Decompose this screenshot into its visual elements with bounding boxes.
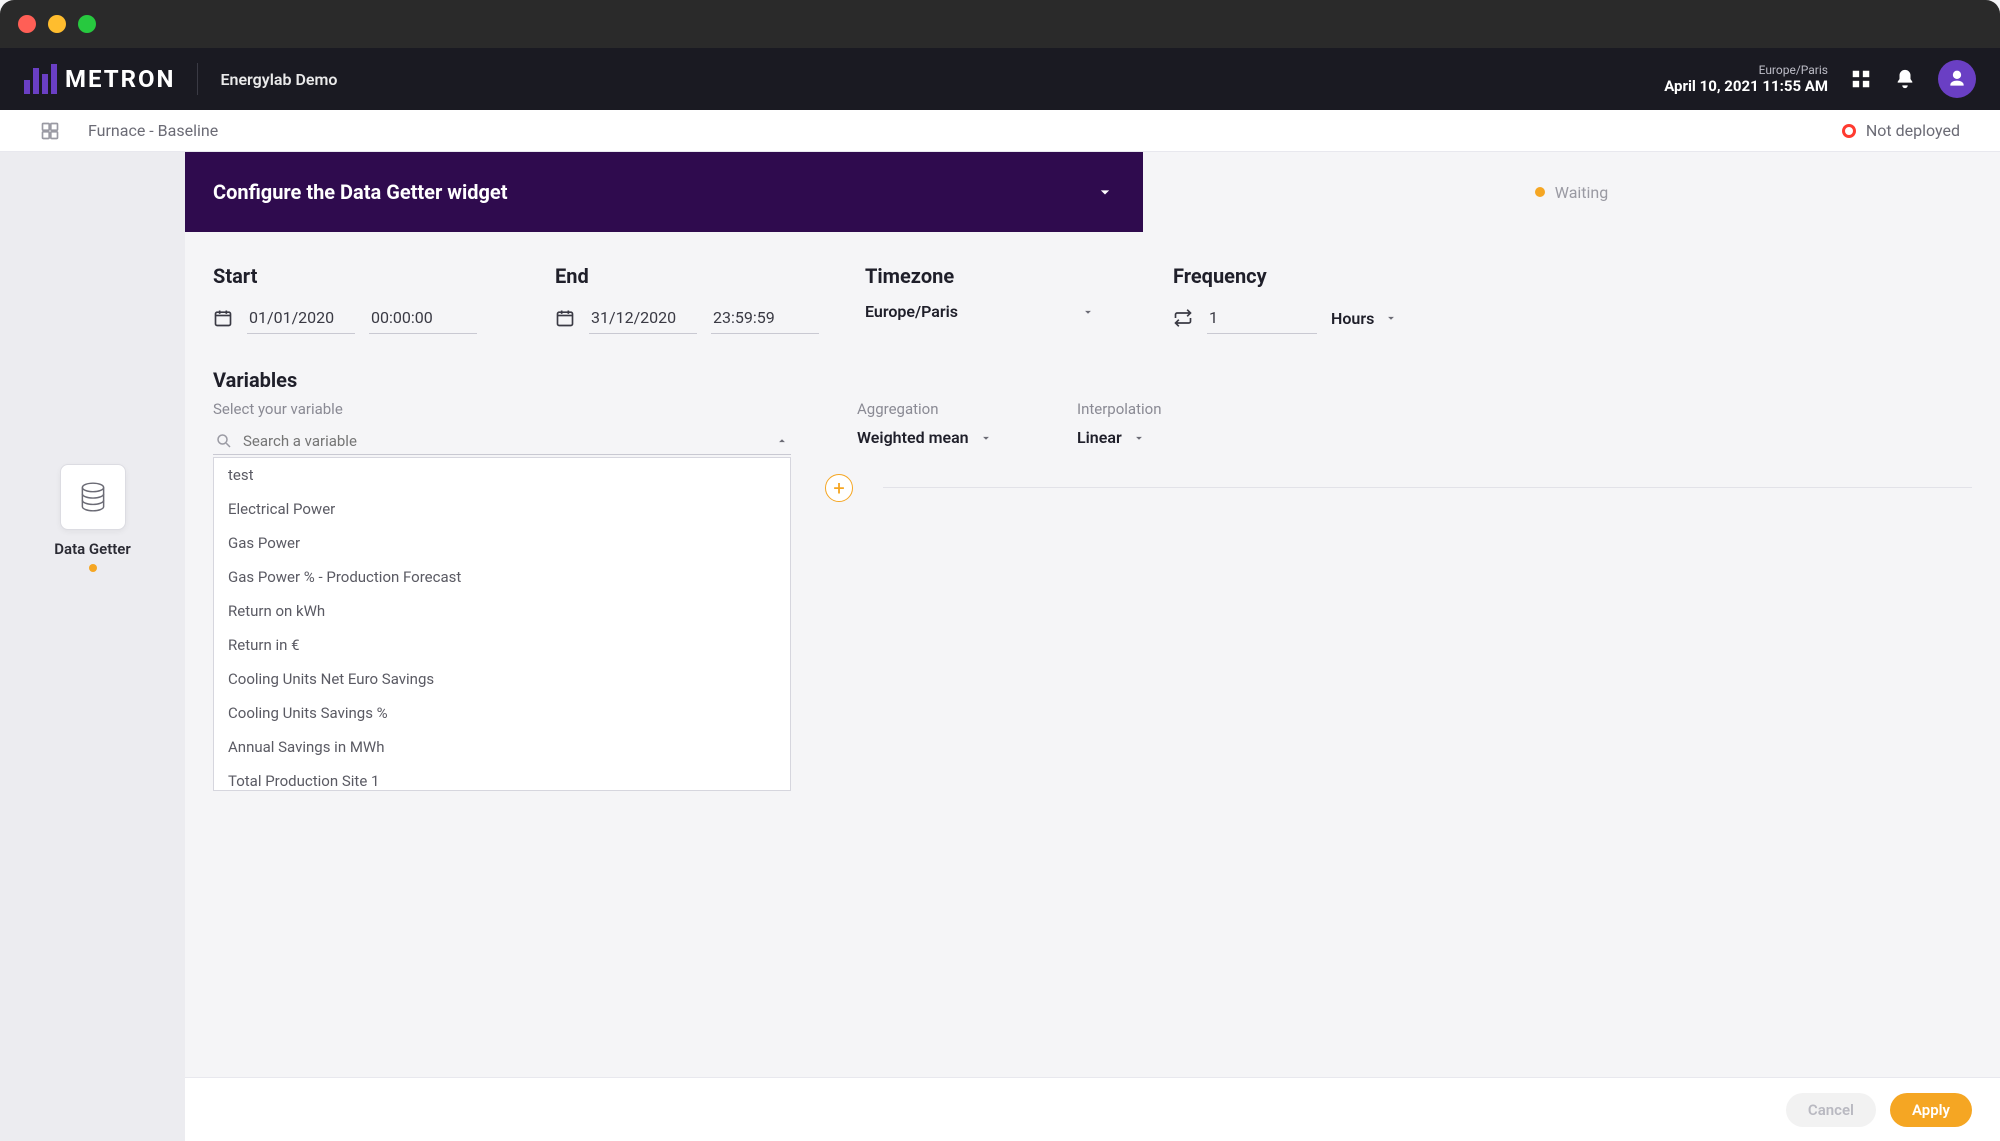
bell-icon[interactable]	[1894, 68, 1916, 90]
app-header: METRON Energylab Demo Europe/Paris April…	[0, 48, 2000, 110]
chevron-down-icon	[979, 431, 993, 445]
breadcrumb: Furnace - Baseline	[88, 121, 218, 140]
apps-grid-icon[interactable]	[1850, 68, 1872, 90]
subnav: Furnace - Baseline Not deployed	[0, 110, 2000, 152]
status-dot-icon	[1535, 187, 1545, 197]
variable-option[interactable]: Return on kWh	[214, 594, 790, 628]
calendar-icon[interactable]	[555, 308, 575, 328]
footer-bar: Cancel Apply	[185, 1077, 2000, 1141]
interpolation-label: Interpolation	[1077, 400, 1237, 418]
variable-search-input[interactable]	[243, 432, 765, 450]
person-icon	[1947, 69, 1967, 89]
frequency-unit-value: Hours	[1331, 309, 1374, 328]
header-clock: Europe/Paris April 10, 2021 11:55 AM	[1664, 63, 1828, 95]
aggregation-label: Aggregation	[857, 400, 1017, 418]
clock-datetime: April 10, 2021 11:55 AM	[1664, 77, 1828, 95]
clock-timezone: Europe/Paris	[1664, 63, 1828, 77]
start-label: Start	[213, 264, 555, 288]
user-avatar[interactable]	[1938, 60, 1976, 98]
variable-dropdown-list[interactable]: testElectrical PowerGas PowerGas Power %…	[213, 457, 791, 791]
variable-option[interactable]: Annual Savings in MWh	[214, 730, 790, 764]
panel-status: Waiting	[1143, 152, 2000, 232]
sidebar-node-label: Data Getter	[54, 540, 131, 558]
window-maximize-dot[interactable]	[78, 15, 96, 33]
timezone-label: Timezone	[865, 264, 1173, 288]
variable-option[interactable]: test	[214, 458, 790, 492]
divider	[883, 487, 1972, 488]
start-time-input[interactable]	[369, 302, 477, 334]
variables-label: Variables	[213, 368, 1972, 392]
bars-icon	[24, 64, 57, 94]
repeat-icon	[1173, 308, 1193, 328]
variable-option[interactable]: Gas Power	[214, 526, 790, 560]
divider	[197, 63, 198, 95]
calendar-icon[interactable]	[213, 308, 233, 328]
brand-logo: METRON	[24, 64, 175, 94]
chevron-down-icon	[1384, 311, 1398, 325]
panel-title: Configure the Data Getter widget	[213, 180, 508, 204]
database-icon	[76, 480, 110, 514]
status-ring-icon	[1842, 124, 1856, 138]
frequency-unit-select[interactable]: Hours	[1331, 309, 1398, 328]
brand-name: METRON	[65, 65, 175, 93]
interpolation-value: Linear	[1077, 428, 1122, 447]
frequency-label: Frequency	[1173, 264, 1972, 288]
chevron-down-icon	[1095, 182, 1115, 202]
aggregation-select[interactable]: Weighted mean	[857, 428, 1017, 447]
timezone-value: Europe/Paris	[865, 302, 958, 321]
cancel-button[interactable]: Cancel	[1786, 1093, 1876, 1127]
sidebar-node-data-getter[interactable]	[60, 464, 126, 530]
frequency-value-input[interactable]	[1207, 302, 1317, 334]
plus-icon: +	[833, 476, 844, 500]
chevron-down-icon	[1081, 305, 1095, 319]
sidebar: Data Getter	[0, 152, 185, 1141]
variable-option[interactable]: Electrical Power	[214, 492, 790, 526]
project-name: Energylab Demo	[220, 70, 337, 89]
search-icon	[215, 432, 233, 450]
window-close-dot[interactable]	[18, 15, 36, 33]
variable-option[interactable]: Cooling Units Savings %	[214, 696, 790, 730]
end-time-input[interactable]	[711, 302, 819, 334]
start-date-input[interactable]	[247, 302, 355, 334]
window-titlebar	[0, 0, 2000, 48]
add-variable-button[interactable]: +	[825, 474, 853, 502]
variable-search[interactable]	[213, 428, 791, 455]
end-date-input[interactable]	[589, 302, 697, 334]
timezone-select[interactable]: Europe/Paris	[865, 302, 1095, 321]
end-label: End	[555, 264, 865, 288]
window-minimize-dot[interactable]	[48, 15, 66, 33]
status-label: Waiting	[1555, 183, 1608, 202]
chevron-down-icon	[1132, 431, 1146, 445]
apply-button[interactable]: Apply	[1890, 1093, 1972, 1127]
interpolation-select[interactable]: Linear	[1077, 428, 1237, 447]
variable-option[interactable]: Cooling Units Net Euro Savings	[214, 662, 790, 696]
variable-option[interactable]: Total Production Site 1	[214, 764, 790, 791]
deploy-status: Not deployed	[1866, 121, 1960, 140]
panel-header[interactable]: Configure the Data Getter widget	[185, 152, 1143, 232]
variable-select-label: Select your variable	[213, 400, 791, 418]
chevron-up-icon	[775, 434, 789, 448]
dashboard-icon[interactable]	[40, 121, 60, 141]
sidebar-node-status-dot	[89, 564, 97, 572]
variable-option[interactable]: Return in €	[214, 628, 790, 662]
variable-option[interactable]: Gas Power % - Production Forecast	[214, 560, 790, 594]
aggregation-value: Weighted mean	[857, 428, 969, 447]
